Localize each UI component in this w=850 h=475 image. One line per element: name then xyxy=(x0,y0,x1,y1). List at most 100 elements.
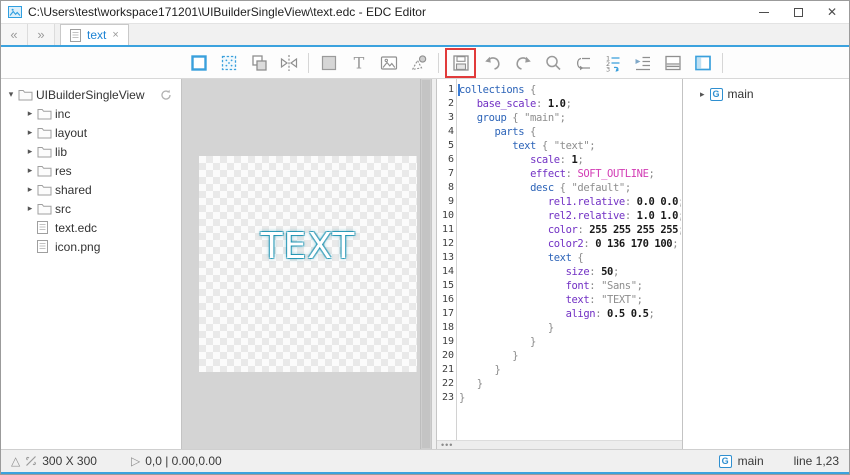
folder-icon xyxy=(37,203,54,215)
tree-item-src[interactable]: ▸ src xyxy=(1,199,181,218)
tree-item-label: res xyxy=(54,164,72,178)
save-button[interactable] xyxy=(445,48,476,78)
folder-icon xyxy=(37,165,54,177)
goto-template-button[interactable] xyxy=(569,50,596,76)
scrollbar-grip-icon: ••• xyxy=(441,442,453,448)
outline-item-main[interactable]: ▸ G main xyxy=(683,87,850,101)
tab-close-icon[interactable]: × xyxy=(112,30,118,41)
canvas-size-value: 300 X 300 xyxy=(42,454,97,468)
search-icon xyxy=(542,52,564,74)
undo-button[interactable] xyxy=(479,50,506,76)
save-icon xyxy=(450,52,472,74)
file-tree: ▾UIBuilderSingleView▸inc▸layout▸lib▸res▸… xyxy=(1,85,181,256)
code-lines[interactable]: collections { base_scale: 1.0; group { "… xyxy=(459,83,681,439)
outline-panel: ▸ G main xyxy=(682,79,850,449)
tree-item-layout[interactable]: ▸ layout xyxy=(1,123,181,142)
group-parts-tool-button[interactable] xyxy=(245,50,272,76)
group-icon: G xyxy=(719,455,732,468)
canvas-text-part[interactable]: TEXT xyxy=(199,226,417,267)
tab-label: text xyxy=(87,28,106,42)
part-wand-tool-button[interactable] xyxy=(405,50,432,76)
design-canvas[interactable]: TEXT xyxy=(199,156,417,372)
toolbar: T 123 xyxy=(1,47,849,79)
canvas-panel[interactable]: TEXT xyxy=(182,79,431,449)
chevron-right-icon[interactable]: ▸ xyxy=(23,165,37,176)
tree-item-res[interactable]: ▸ res xyxy=(1,161,181,180)
close-icon: ✕ xyxy=(827,6,837,18)
find-button[interactable] xyxy=(539,50,566,76)
rectangle-icon xyxy=(318,52,340,74)
close-button[interactable]: ✕ xyxy=(815,1,849,23)
group-icon: G xyxy=(710,88,723,101)
console-panel-icon xyxy=(662,52,684,74)
chevron-right-icon[interactable]: ▸ xyxy=(23,146,37,157)
chevron-right-icon: ▸ xyxy=(700,89,705,100)
indent-icon xyxy=(632,52,654,74)
file-icon xyxy=(37,221,54,234)
file-browser-panel-icon xyxy=(692,52,714,74)
mirror-tool-button[interactable] xyxy=(275,50,302,76)
tab-back-button[interactable]: « xyxy=(1,24,28,45)
chevron-right-icon[interactable]: ▸ xyxy=(23,108,37,119)
gutter-separator xyxy=(456,79,457,440)
text-tool-button[interactable]: T xyxy=(345,50,372,76)
tree-item-label: src xyxy=(54,202,71,216)
warning-icon: △ xyxy=(11,454,20,468)
code-editor[interactable]: 1234567891011121314151617181920212223 co… xyxy=(437,79,682,449)
tab-text[interactable]: text × xyxy=(60,24,129,45)
tree-item-lib[interactable]: ▸ lib xyxy=(1,142,181,161)
maximize-button[interactable] xyxy=(781,1,815,23)
editor-gutter: 1234567891011121314151617181920212223 xyxy=(437,83,454,405)
goto-template-icon xyxy=(572,52,594,74)
folder-icon xyxy=(37,127,54,139)
line-numbers-button[interactable]: 123 xyxy=(599,50,626,76)
file-browser-panel-button[interactable] xyxy=(689,50,716,76)
tree-item-label: text.edc xyxy=(54,221,97,235)
play-icon: ▷ xyxy=(131,454,140,468)
chevron-right-icon[interactable]: ▸ xyxy=(23,127,37,138)
toolbar-separator xyxy=(722,53,723,73)
scrollbar-thumb[interactable] xyxy=(422,80,430,448)
line-numbers-icon: 123 xyxy=(602,52,624,74)
svg-text:3: 3 xyxy=(606,65,610,73)
minimize-icon xyxy=(759,12,769,13)
container-tool-button[interactable] xyxy=(185,50,212,76)
toolbar-separator xyxy=(438,53,439,73)
tree-item-label: lib xyxy=(54,145,67,159)
minimize-button[interactable] xyxy=(747,1,781,23)
chevron-right-icon[interactable]: ▸ xyxy=(23,203,37,214)
canvas-vertical-scrollbar[interactable] xyxy=(420,79,431,449)
tree-item-icon-png[interactable]: icon.png xyxy=(1,237,181,256)
app-icon xyxy=(8,5,22,19)
console-panel-button[interactable] xyxy=(659,50,686,76)
status-bar: △ 300 X 300 ▷ 0,0 | 0.00,0.00 G main lin… xyxy=(1,449,849,472)
container-icon xyxy=(188,52,210,74)
tree-item-inc[interactable]: ▸inc xyxy=(1,104,181,123)
indent-button[interactable] xyxy=(629,50,656,76)
window-title: C:\Users\test\workspace171201\UIBuilderS… xyxy=(28,5,426,19)
tree-item-label: layout xyxy=(54,126,87,140)
tree-item-label: shared xyxy=(54,183,92,197)
undo-icon xyxy=(482,52,504,74)
image-icon xyxy=(378,52,400,74)
redo-icon xyxy=(512,52,534,74)
chevron-down-icon[interactable]: ▾ xyxy=(4,89,18,100)
cursor-line-indicator: line 1,23 xyxy=(794,454,839,468)
chevron-right-icon[interactable]: ▸ xyxy=(23,184,37,195)
broken-link-icon xyxy=(25,455,37,467)
rectangle-tool-button[interactable] xyxy=(315,50,342,76)
editor-horizontal-scrollbar[interactable]: ••• xyxy=(437,440,682,449)
tree-item-shared[interactable]: ▸ shared xyxy=(1,180,181,199)
tree-item-text-edc[interactable]: text.edc xyxy=(1,218,181,237)
mirror-icon xyxy=(278,52,300,74)
selection-tool-button[interactable] xyxy=(215,50,242,76)
redo-button[interactable] xyxy=(509,50,536,76)
image-tool-button[interactable] xyxy=(375,50,402,76)
refresh-icon[interactable] xyxy=(160,89,172,101)
group-parts-icon xyxy=(248,52,270,74)
tab-forward-button[interactable]: » xyxy=(28,24,55,45)
folder-icon xyxy=(37,184,54,196)
edc-editor-window: C:\Users\test\workspace171201\UIBuilderS… xyxy=(0,0,850,475)
tree-item-label: UIBuilderSingleView xyxy=(35,88,145,102)
tree-item-uibuildersingleview[interactable]: ▾ UIBuilderSingleView xyxy=(1,85,181,104)
